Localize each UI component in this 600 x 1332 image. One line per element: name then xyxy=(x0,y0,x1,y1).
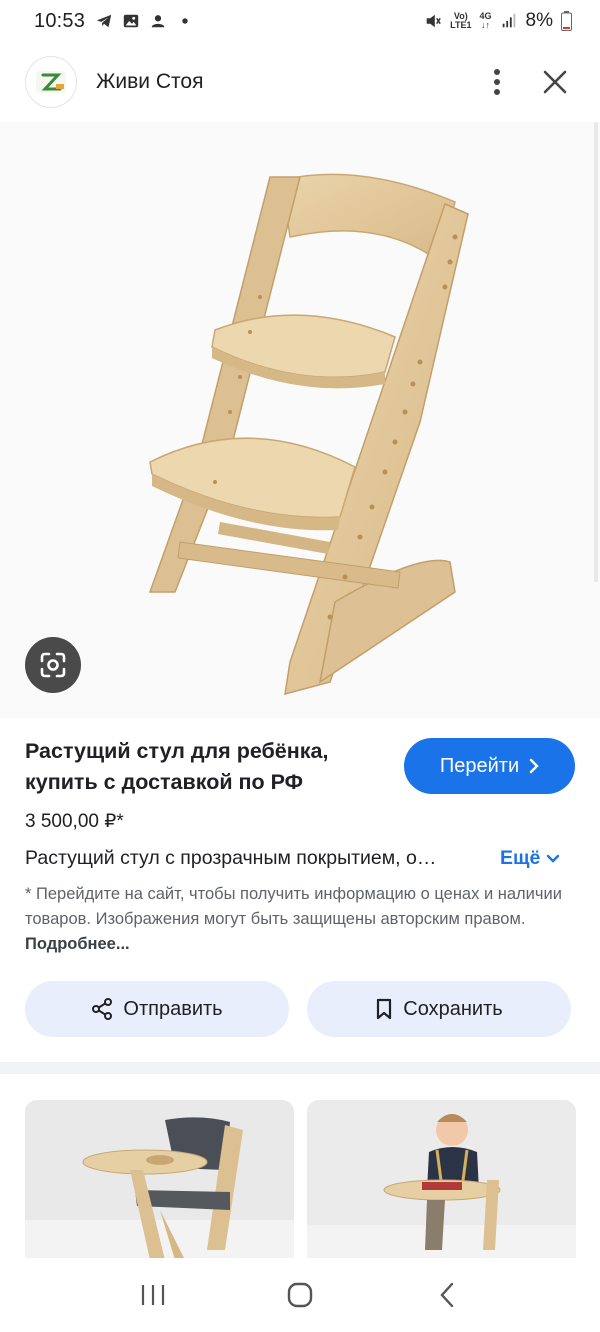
status-right: Vo) LTE1 4G ↓↑ 8% xyxy=(424,10,572,32)
status-time: 10:53 xyxy=(34,9,86,32)
viewer-header: Живи Стоя xyxy=(0,42,600,122)
product-description: Растущий стул с прозрачным покрытием, о… xyxy=(25,847,437,869)
site-name[interactable]: Живи Стоя xyxy=(96,70,477,94)
network-gen: 4G ↓↑ xyxy=(479,11,492,30)
product-title[interactable]: Растущий стул для ребёнка, купить с дост… xyxy=(25,736,385,798)
share-icon xyxy=(92,998,113,1020)
save-button[interactable]: Сохранить xyxy=(307,981,571,1037)
related-image[interactable] xyxy=(25,1100,294,1260)
disclaimer-text: * Перейдите на сайт, чтобы получить инфо… xyxy=(25,885,562,928)
learn-more-link[interactable]: Подробнее... xyxy=(25,935,130,953)
bookmark-icon xyxy=(377,998,392,1020)
more-button[interactable]: Ещё xyxy=(500,847,560,870)
more-vert-icon xyxy=(494,69,500,95)
recent-apps-button[interactable] xyxy=(123,1265,183,1325)
child-on-chair-image xyxy=(307,1100,576,1260)
status-left: 10:53 xyxy=(34,10,194,33)
back-icon xyxy=(440,1282,453,1308)
signal-icon xyxy=(502,13,515,28)
home-icon xyxy=(287,1282,313,1308)
lens-icon xyxy=(40,652,66,678)
wooden-chair-image xyxy=(148,173,469,696)
google-lens-button[interactable] xyxy=(25,637,81,693)
more-label: Ещё xyxy=(500,847,541,869)
chevron-right-icon xyxy=(529,758,539,774)
visit-button-label: Перейти xyxy=(439,754,520,777)
share-label: Отправить xyxy=(123,997,223,1020)
notification-icons xyxy=(95,12,194,30)
system-nav-bar xyxy=(0,1258,600,1332)
save-label: Сохранить xyxy=(403,997,503,1020)
chevron-down-icon xyxy=(547,854,560,863)
visit-button[interactable]: Перейти xyxy=(404,738,575,794)
gallery-icon xyxy=(123,14,139,28)
battery-icon xyxy=(561,11,572,31)
recent-apps-icon xyxy=(142,1285,165,1305)
scroll-indicator xyxy=(594,122,598,582)
volte-indicator: Vo) LTE1 xyxy=(450,11,472,30)
high-chair-with-tray-image xyxy=(25,1100,294,1260)
site-logo[interactable] xyxy=(25,56,77,108)
section-divider xyxy=(0,1062,600,1074)
product-image[interactable] xyxy=(0,122,600,718)
dot-icon xyxy=(182,18,188,24)
product-price: 3 500,00 ₽* xyxy=(25,811,124,832)
back-button[interactable] xyxy=(417,1265,477,1325)
battery-percent: 8% xyxy=(525,10,553,31)
person-icon xyxy=(151,15,165,28)
status-bar: 10:53 Vo) LTE1 4G ↓↑ 8% xyxy=(0,0,600,42)
copyright-disclaimer: * Перейдите на сайт, чтобы получить инфо… xyxy=(25,882,573,957)
zhivi-stoya-logo-icon xyxy=(36,71,66,93)
telegram-icon xyxy=(96,14,112,28)
share-button[interactable]: Отправить xyxy=(25,981,289,1037)
close-button[interactable] xyxy=(535,62,575,102)
mute-icon xyxy=(426,14,441,28)
related-image[interactable] xyxy=(307,1100,576,1260)
home-button[interactable] xyxy=(270,1265,330,1325)
more-options-button[interactable] xyxy=(477,62,517,102)
close-icon xyxy=(543,70,567,94)
